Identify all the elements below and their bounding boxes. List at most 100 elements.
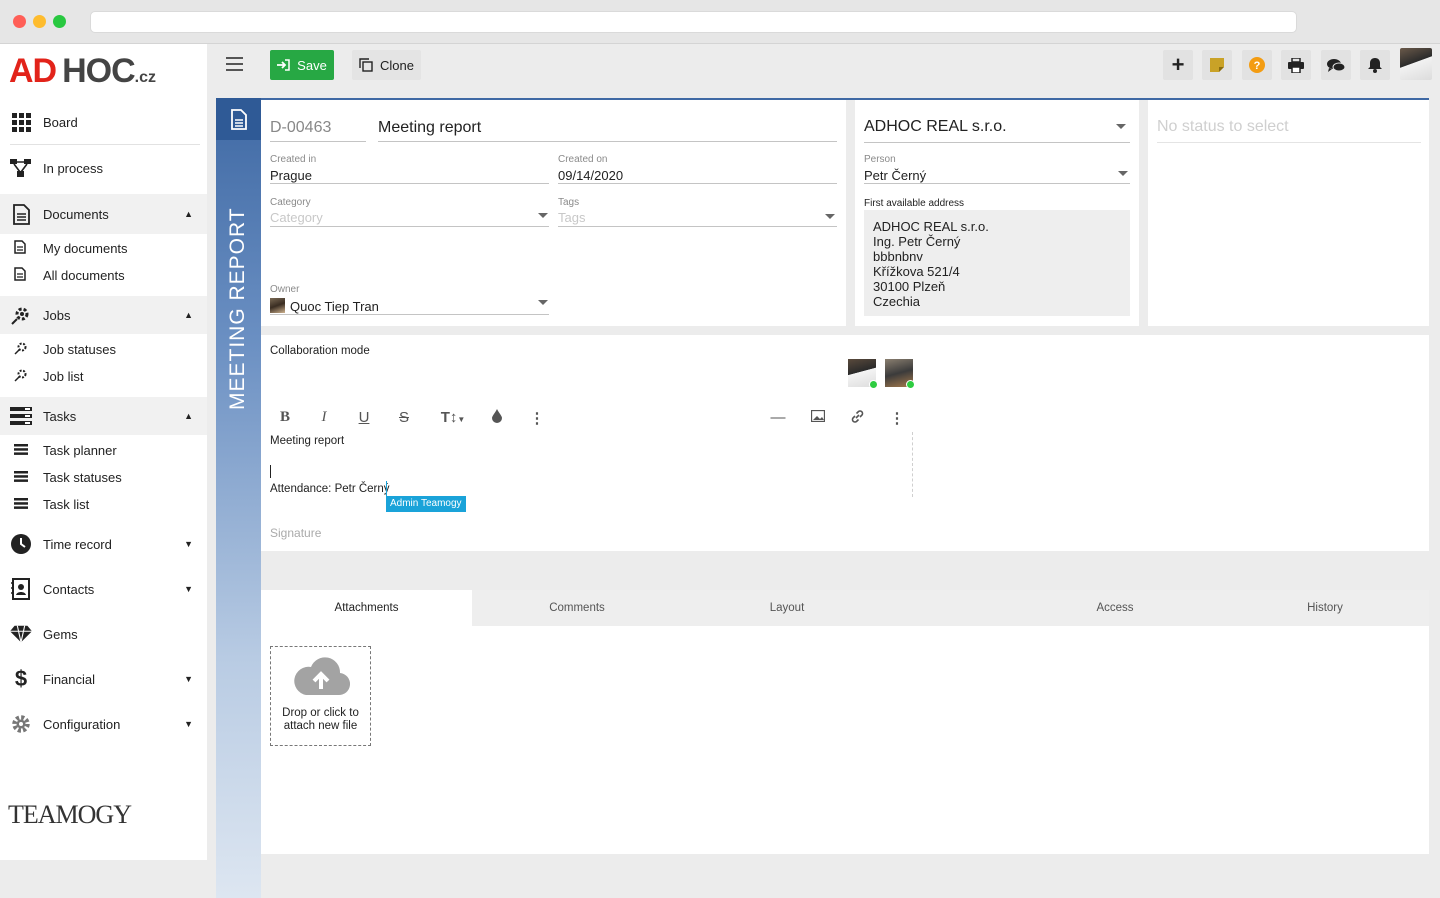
clone-button[interactable]: Clone xyxy=(352,50,421,80)
caret-up-icon: ▲ xyxy=(184,411,193,421)
print-button[interactable] xyxy=(1281,50,1311,80)
address-label: First available address xyxy=(864,198,965,209)
tab-access[interactable]: Access xyxy=(1010,590,1220,626)
owner-select[interactable]: Quoc Tiep Tran xyxy=(290,299,379,314)
sidebar-item-job-list[interactable]: Job list xyxy=(0,363,207,390)
owner-label: Owner xyxy=(270,284,300,295)
clone-label: Clone xyxy=(380,57,414,73)
add-button[interactable]: + xyxy=(1163,50,1193,80)
minimize-window-dot[interactable] xyxy=(33,15,46,28)
sidebar-item-time-record[interactable]: Time record ▼ xyxy=(0,532,207,556)
sticky-note-button[interactable] xyxy=(1202,50,1232,80)
address-line: Czechia xyxy=(873,294,920,309)
sidebar-item-configuration[interactable]: Configuration ▼ xyxy=(0,712,207,736)
comments-icon xyxy=(1327,58,1345,72)
sidebar-item-documents[interactable]: Documents ▲ xyxy=(0,202,207,226)
attachments-panel xyxy=(261,626,1429,854)
more-vertical-icon[interactable]: ⋮ xyxy=(887,409,907,427)
link-icon[interactable] xyxy=(847,409,867,428)
tab-layout[interactable]: Layout xyxy=(682,590,892,626)
more-vertical-icon[interactable]: ⋮ xyxy=(527,409,547,427)
caret-down-icon[interactable] xyxy=(1118,171,1128,176)
tabs-bar: Attachments Comments Layout Access Histo… xyxy=(261,590,1429,626)
tab-history[interactable]: History xyxy=(1220,590,1430,626)
category-select[interactable]: Category xyxy=(270,210,323,225)
sidebar-item-in-process[interactable]: In process xyxy=(0,156,207,180)
sidebar-item-label: Job list xyxy=(43,369,84,384)
document-icon xyxy=(216,98,261,140)
address-bar[interactable] xyxy=(90,11,1297,33)
created-in-field[interactable]: Prague xyxy=(270,168,312,183)
sidebar-item-financial[interactable]: $ Financial ▼ xyxy=(0,666,207,691)
sidebar-item-job-statuses[interactable]: Job statuses xyxy=(0,336,207,363)
tab-attachments[interactable]: Attachments xyxy=(261,590,472,626)
sidebar-item-task-statuses[interactable]: Task statuses xyxy=(0,464,207,491)
tags-select[interactable]: Tags xyxy=(558,210,585,225)
user-avatar[interactable] xyxy=(1400,48,1432,80)
remote-cursor xyxy=(386,481,387,497)
created-on-label: Created on xyxy=(558,154,608,165)
diamond-icon xyxy=(10,623,32,645)
sidebar-item-contacts[interactable]: Contacts ▼ xyxy=(0,577,207,601)
address-line: bbbnbnv xyxy=(873,249,923,264)
sidebar-item-label: My documents xyxy=(43,241,128,256)
adhoc-logo[interactable]: AD HOC .cz xyxy=(9,52,156,90)
contact-book-icon xyxy=(10,578,32,600)
underline xyxy=(558,183,837,184)
sidebar-item-task-planner[interactable]: Task planner xyxy=(0,437,207,464)
chat-button[interactable] xyxy=(1321,50,1351,80)
document-type-tab: MEETING REPORT xyxy=(216,98,261,898)
notifications-button[interactable] xyxy=(1360,50,1390,80)
document-title-input[interactable]: Meeting report xyxy=(378,119,481,137)
address-box[interactable]: ADHOC REAL s.r.o. Ing. Petr Černý bbbnbn… xyxy=(864,210,1130,316)
horizontal-rule-icon[interactable]: — xyxy=(768,409,788,426)
close-window-dot[interactable] xyxy=(13,15,26,28)
save-button[interactable]: Save xyxy=(270,50,334,80)
text-color-drop-icon[interactable] xyxy=(487,409,507,427)
help-button[interactable]: ? xyxy=(1242,50,1272,80)
italic-icon[interactable]: I xyxy=(314,409,334,426)
caret-down-icon[interactable] xyxy=(825,214,835,219)
maximize-window-dot[interactable] xyxy=(53,15,66,28)
status-select[interactable]: No status to select xyxy=(1157,118,1289,136)
sidebar-item-gems[interactable]: Gems xyxy=(0,622,207,646)
tab-comments[interactable]: Comments xyxy=(472,590,682,626)
text-size-icon[interactable]: T↕▼ xyxy=(436,409,470,426)
sidebar-item-label: Task statuses xyxy=(43,470,122,485)
caret-up-icon: ▲ xyxy=(184,310,193,320)
caret-down-icon[interactable] xyxy=(1116,124,1126,129)
sidebar-item-board[interactable]: Board xyxy=(0,110,207,134)
signature-field[interactable]: Signature xyxy=(270,526,321,540)
sidebar-item-task-list[interactable]: Task list xyxy=(0,491,207,518)
cloud-upload-icon xyxy=(293,657,350,696)
file-drop-zone[interactable]: Drop or click to attach new file xyxy=(270,646,371,746)
category-label: Category xyxy=(270,197,311,208)
caret-down-icon[interactable] xyxy=(538,300,548,305)
sidebar-item-all-documents[interactable]: All documents xyxy=(0,262,207,289)
caret-down-icon: ▼ xyxy=(184,584,193,594)
person-select[interactable]: Petr Černý xyxy=(864,168,926,183)
sidebar-item-label: All documents xyxy=(43,268,125,283)
bold-icon[interactable]: B xyxy=(275,409,295,426)
gear-icon xyxy=(10,713,32,735)
caret-down-icon: ▼ xyxy=(184,719,193,729)
sidebar-item-label: Tasks xyxy=(43,408,77,424)
sidebar-item-label: Gems xyxy=(43,626,78,642)
underline xyxy=(270,314,549,315)
divider xyxy=(10,144,200,145)
sidebar-item-jobs[interactable]: Jobs ▲ xyxy=(0,303,207,327)
underline-icon[interactable]: U xyxy=(354,409,374,426)
sidebar-item-tasks[interactable]: Tasks ▲ xyxy=(0,404,207,428)
hamburger-menu-icon[interactable] xyxy=(226,57,243,71)
caret-down-icon[interactable] xyxy=(538,213,548,218)
underline xyxy=(864,142,1130,143)
copy-icon xyxy=(359,58,373,72)
sidebar-item-my-documents[interactable]: My documents xyxy=(0,235,207,262)
image-icon[interactable] xyxy=(808,409,828,426)
caret-down-icon: ▼ xyxy=(184,674,193,684)
underline xyxy=(270,141,366,142)
sticky-note-icon xyxy=(1210,58,1224,72)
strikethrough-icon[interactable]: S xyxy=(394,409,414,426)
created-on-field[interactable]: 09/14/2020 xyxy=(558,168,623,183)
company-select[interactable]: ADHOC REAL s.r.o. xyxy=(864,118,1007,136)
